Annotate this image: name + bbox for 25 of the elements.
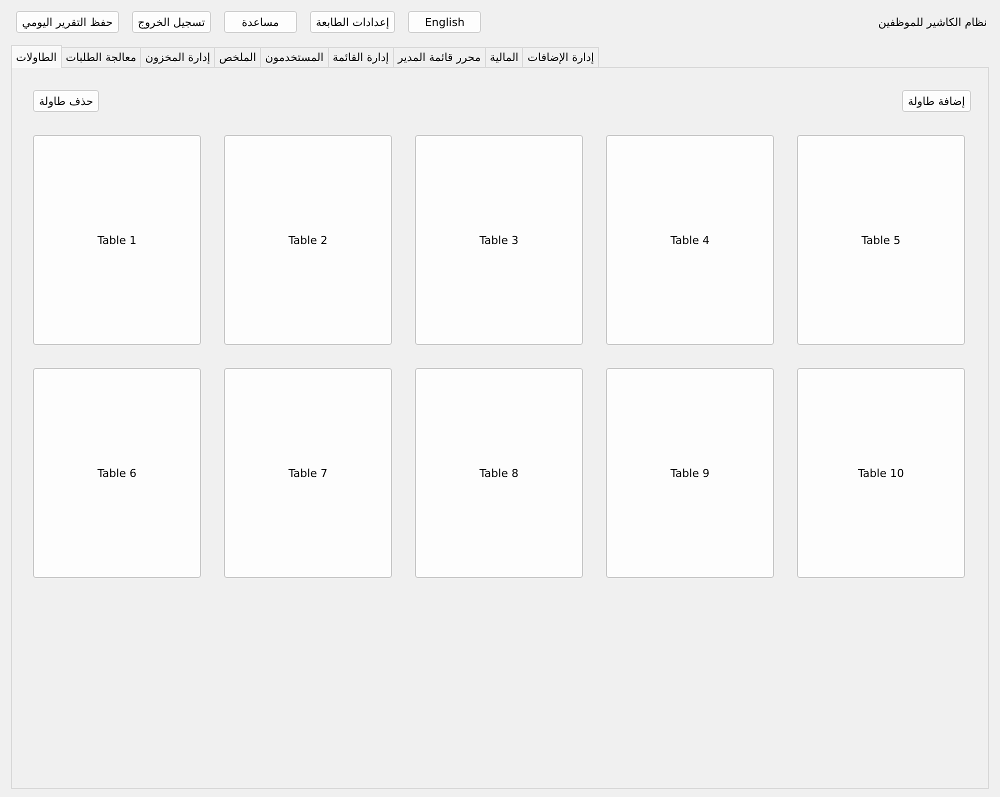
tab[interactable]: إدارة المخزون bbox=[140, 47, 216, 67]
header-button[interactable]: مساعدة bbox=[224, 11, 297, 33]
window-title: نظام الكاشير للموظفين bbox=[878, 16, 987, 28]
tab[interactable]: محرر قائمة المدير bbox=[392, 47, 486, 67]
toolbar-button[interactable]: حذف طاولة bbox=[33, 90, 100, 112]
tab[interactable]: إدارة القائمة bbox=[328, 47, 394, 67]
table-card[interactable]: Table 2 bbox=[224, 135, 392, 345]
header-button[interactable]: حفظ التقرير اليومي bbox=[16, 11, 119, 33]
table-card[interactable]: Table 8 bbox=[415, 368, 583, 578]
table-card[interactable]: Table 10 bbox=[797, 368, 965, 578]
tab[interactable]: الملخص bbox=[214, 47, 262, 67]
table-card[interactable]: Table 4 bbox=[606, 135, 774, 345]
header-button[interactable]: إعدادات الطابعة bbox=[310, 11, 396, 33]
toolbar-button[interactable]: إضافة طاولة bbox=[902, 90, 971, 112]
header-button[interactable]: تسجيل الخروج bbox=[132, 11, 211, 33]
tab[interactable]: إدارة الإضافات bbox=[522, 47, 600, 67]
header-button[interactable]: English bbox=[408, 11, 482, 33]
tab[interactable]: الطاولات bbox=[11, 45, 62, 68]
table-card[interactable]: Table 6 bbox=[33, 368, 201, 578]
table-card[interactable]: Table 9 bbox=[606, 368, 774, 578]
tab[interactable]: المستخدمون bbox=[260, 47, 329, 67]
table-card[interactable]: Table 3 bbox=[415, 135, 583, 345]
table-card[interactable]: Table 5 bbox=[797, 135, 965, 345]
table-card[interactable]: Table 1 bbox=[33, 135, 201, 345]
table-card[interactable]: Table 7 bbox=[224, 368, 392, 578]
